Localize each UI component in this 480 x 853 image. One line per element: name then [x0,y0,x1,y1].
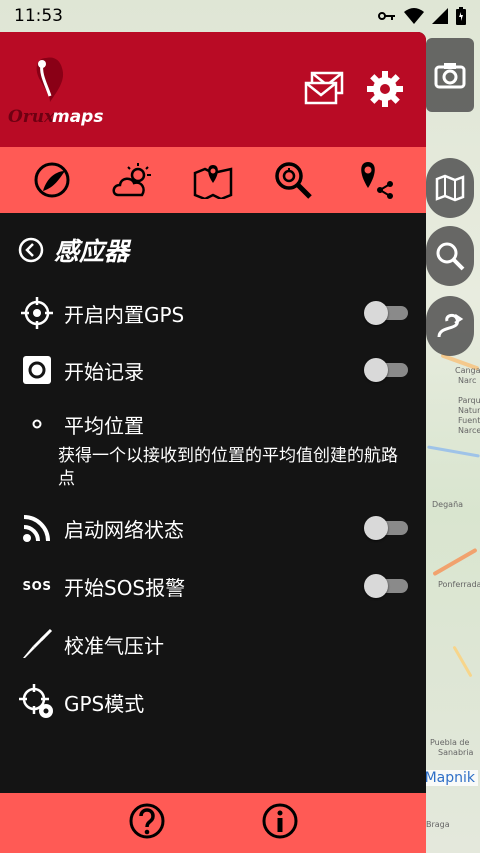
info-button[interactable] [261,802,299,844]
oruxmaps-logo: Orux maps [8,57,103,127]
map-layers-button[interactable] [426,158,474,218]
search-location-icon [436,242,465,271]
map-label: Natural [458,406,480,415]
map-label: Cangas [455,366,480,375]
recording-toggle[interactable] [364,358,408,382]
route-icon [437,313,464,338]
network-toggle[interactable] [364,516,408,540]
navigation-drawer: Orux maps 感应器 开启内置GPS 开始记录 平均位置 获得一个以接收到… [0,32,426,853]
back-icon [18,237,44,263]
map-pin-icon [193,165,233,199]
status-bar: 11:53 [0,0,480,32]
menu-item-network-status[interactable]: 启动网络状态 [0,499,426,557]
menu-item-label: 开始SOS报警 [64,575,186,600]
menu-item-gps-mode[interactable]: GPS模式 [0,673,426,731]
menu-item-sos-alarm[interactable]: SOS 开始SOS报警 [0,557,426,615]
screwdriver-icon [23,628,53,658]
settings-button[interactable] [366,70,404,112]
toolbar-map-pin-button[interactable] [192,159,234,201]
map-label: Degaña [432,500,464,509]
menu-item-calibrate-barometer[interactable]: 校准气压计 [0,615,426,673]
map-label: Braga [426,820,450,829]
dot-icon [32,419,42,429]
crosshair-icon [21,297,53,329]
signal-icon [432,8,448,24]
camera-icon [434,63,466,89]
search-icon [275,162,313,199]
share-location-icon [360,162,393,199]
help-icon [129,803,164,839]
gps-toggle[interactable] [364,301,408,325]
section-title: 感应器 [54,237,130,266]
app-logo: Orux maps [6,50,106,130]
toolbar-compass-button[interactable] [31,159,73,201]
toolbar-search-button[interactable] [272,159,314,201]
key-icon [378,12,395,20]
menu-item-average-position[interactable]: 平均位置 获得一个以接收到的位置的平均值创建的航路点 [0,401,426,499]
route-button[interactable] [426,296,474,356]
camera-button[interactable] [426,38,474,112]
map-label: Parque [458,396,480,405]
menu-item-start-recording[interactable]: 开始记录 [0,339,426,401]
menu-item-label: 平均位置 [64,413,144,438]
sos-toggle[interactable] [364,574,408,598]
drawer-toolbar [0,147,426,213]
map-icon [435,174,465,202]
drawer-header: Orux maps [0,32,426,147]
map-attribution[interactable]: Mapnik [421,770,478,786]
map-label: Narc [458,376,477,385]
wifi-icon [404,8,424,24]
menu-item-label: 启动网络状态 [64,517,184,542]
map-search-button[interactable] [426,226,474,286]
toolbar-weather-button[interactable] [112,159,154,201]
menu-item-label: GPS模式 [64,691,145,716]
map-label: Puebla de [430,738,470,747]
messages-button[interactable] [304,71,344,111]
map-label: Ponferrada [438,580,480,589]
gear-icon [367,71,403,107]
info-icon [262,803,297,839]
mail-icon [304,71,344,105]
drawer-footer [0,793,426,853]
map-label: Narcea [458,426,480,435]
sensors-section-header[interactable]: 感应器 [0,213,426,287]
gps-settings-icon [19,684,53,718]
help-button[interactable] [128,802,166,844]
menu-item-label: 开始记录 [64,359,144,384]
menu-item-label: 开启内置GPS [64,302,185,327]
menu-item-label: 校准气压计 [64,633,164,658]
svg-text:maps: maps [52,107,103,127]
menu-item-builtin-gps[interactable]: 开启内置GPS [0,287,426,339]
rss-icon [23,515,50,542]
map-label: Sanabria [438,748,474,757]
menu-item-description: 获得一个以接收到的位置的平均值创建的航路点 [58,446,398,489]
battery-icon [456,7,466,25]
toolbar-share-location-button[interactable] [353,159,395,201]
svg-text:Orux: Orux [8,107,55,127]
compass-icon [34,162,70,198]
map-label: Fuentes [458,416,480,425]
status-time: 11:53 [14,6,63,26]
weather-icon [112,163,151,197]
record-icon [23,356,51,384]
sos-icon: SOS [22,579,52,593]
